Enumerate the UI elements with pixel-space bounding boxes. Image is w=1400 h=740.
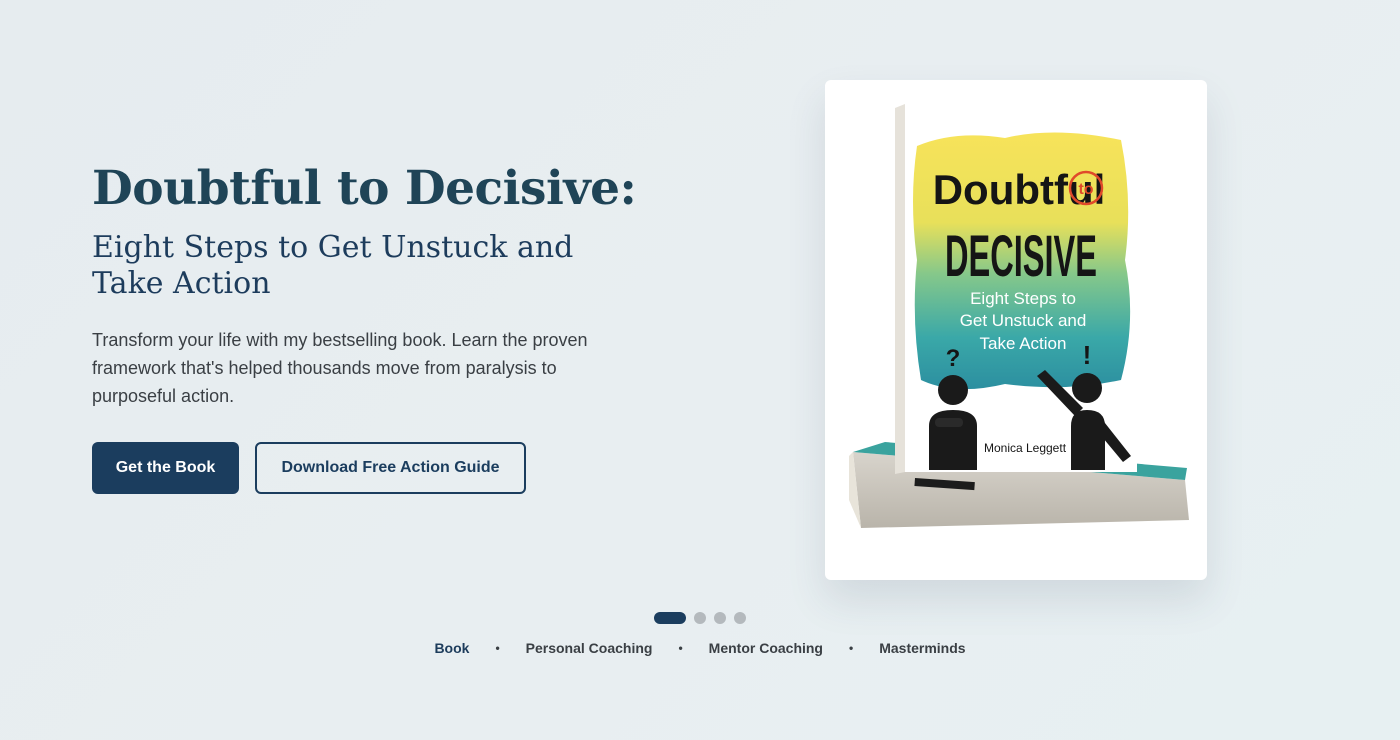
carousel-dot-2[interactable] — [694, 612, 706, 624]
hero-title: Doubtful to Decisive: — [92, 161, 637, 216]
carousel-dot-4[interactable] — [734, 612, 746, 624]
cover-subtitle-line2: Get Unstuck and — [960, 311, 1087, 330]
slide-nav-personal-coaching[interactable]: Personal Coaching — [526, 640, 653, 656]
nav-separator: • — [849, 641, 854, 655]
book-cover-image: Doubtful to DECISIVE Eight Steps to Get … — [849, 104, 1189, 528]
download-action-guide-button[interactable]: Download Free Action Guide — [255, 442, 526, 494]
hero-subtitle: Eight Steps to Get Unstuck and Take Acti… — [92, 230, 574, 301]
hero-text: Doubtful to Decisive: Eight Steps to Get… — [92, 160, 652, 494]
hero-description: Transform your life with my bestselling … — [92, 330, 588, 406]
slide-nav-mentor-coaching[interactable]: Mentor Coaching — [709, 640, 823, 656]
book-image-card: Doubtful to DECISIVE Eight Steps to Get … — [825, 80, 1207, 580]
exclamation-mark-icon: ! — [1083, 340, 1092, 370]
cover-title-line2: DECISIVE — [945, 224, 1097, 289]
carousel-dot-1[interactable] — [654, 612, 686, 624]
slide-nav: Book • Personal Coaching • Mentor Coachi… — [0, 640, 1400, 656]
nav-separator: • — [678, 641, 683, 655]
question-mark-icon: ? — [946, 345, 961, 372]
carousel-dot-3[interactable] — [714, 612, 726, 624]
cover-author: Monica Leggett — [984, 441, 1067, 455]
get-the-book-button[interactable]: Get the Book — [92, 442, 239, 494]
slide-nav-book[interactable]: Book — [434, 640, 469, 656]
carousel-dots — [0, 612, 1400, 624]
cover-title-to: to — [1078, 181, 1093, 198]
cover-subtitle-line1: Eight Steps to — [970, 289, 1076, 308]
slide-nav-masterminds[interactable]: Masterminds — [879, 640, 965, 656]
book-spine — [895, 104, 905, 474]
cta-buttons: Get the Book Download Free Action Guide — [92, 442, 652, 494]
nav-separator: • — [495, 641, 500, 655]
cover-subtitle-line3: Take Action — [980, 334, 1067, 353]
